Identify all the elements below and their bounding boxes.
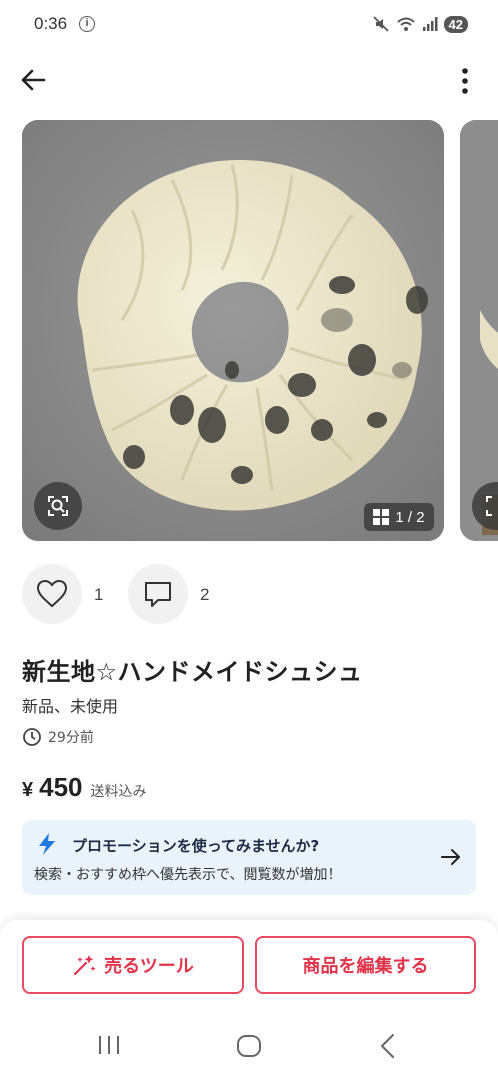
- sell-tools-label: 売るツール: [104, 956, 194, 977]
- mute-icon: [372, 16, 389, 32]
- promo-subtitle: 検索・おすすめ枠へ優先表示で、閲覧数が増加！: [34, 867, 342, 883]
- home-icon[interactable]: [236, 1034, 262, 1058]
- image-counter-label: 1 / 2: [395, 508, 425, 526]
- system-nav-bar: [0, 1010, 498, 1080]
- like-button[interactable]: [22, 564, 82, 624]
- promo-title: プロモーションを使ってみませんか?: [72, 837, 320, 855]
- info-icon: i: [79, 16, 95, 32]
- item-condition: 新品、未使用: [22, 697, 119, 716]
- comment-icon: [145, 582, 171, 607]
- next-photo-preview[interactable]: [460, 120, 498, 541]
- battery-badge: 42: [443, 15, 468, 33]
- back-arrow-icon: [21, 69, 46, 91]
- comment-button[interactable]: [128, 564, 188, 624]
- scrunchie-image: [22, 120, 444, 541]
- lens-search-icon: [48, 496, 68, 516]
- sell-tools-button[interactable]: 売るツール: [22, 936, 244, 994]
- lens-search-button-next[interactable]: [472, 482, 498, 530]
- edit-item-label: 商品を編集する: [302, 956, 429, 977]
- edit-item-button[interactable]: 商品を編集する: [255, 936, 476, 994]
- posted-time: 29分前: [48, 730, 94, 746]
- recent-apps-icon[interactable]: [96, 1034, 122, 1056]
- status-time: 0:36: [34, 14, 68, 33]
- item-title: 新生地☆ハンドメイドシュシュ: [22, 658, 363, 686]
- status-icons: 42: [372, 13, 468, 35]
- product-photo[interactable]: [22, 120, 444, 541]
- wifi-icon: [396, 17, 415, 31]
- lens-search-icon: [486, 496, 492, 516]
- back-nav-icon[interactable]: [378, 1033, 398, 1059]
- posted-time-row: 29分前: [22, 727, 94, 747]
- arrow-right-icon: [441, 849, 460, 865]
- more-vert-icon: [462, 68, 468, 94]
- next-photo-image: [460, 120, 498, 541]
- signal-icon: [422, 17, 438, 31]
- back-button[interactable]: [18, 64, 50, 96]
- price-value: 450: [39, 772, 83, 802]
- more-options-button[interactable]: [452, 64, 478, 98]
- lens-search-button[interactable]: [34, 482, 82, 530]
- heart-icon: [36, 579, 68, 608]
- lightning-icon: [39, 833, 55, 855]
- price-row: ¥ 450 送料込み: [22, 772, 147, 803]
- sparkle-wand-icon: [74, 955, 96, 976]
- status-bar: 0:36 i 42: [0, 0, 498, 52]
- comment-count: 2: [200, 585, 210, 604]
- clock-icon: [23, 728, 41, 746]
- image-counter[interactable]: 1 / 2: [364, 503, 434, 531]
- grid-icon: [373, 509, 390, 525]
- like-count: 1: [94, 585, 104, 604]
- promotion-banner[interactable]: プロモーションを使ってみませんか? 検索・おすすめ枠へ優先表示で、閲覧数が増加！: [22, 820, 476, 895]
- price-symbol: ¥: [22, 779, 34, 801]
- shipping-label: 送料込み: [90, 784, 147, 800]
